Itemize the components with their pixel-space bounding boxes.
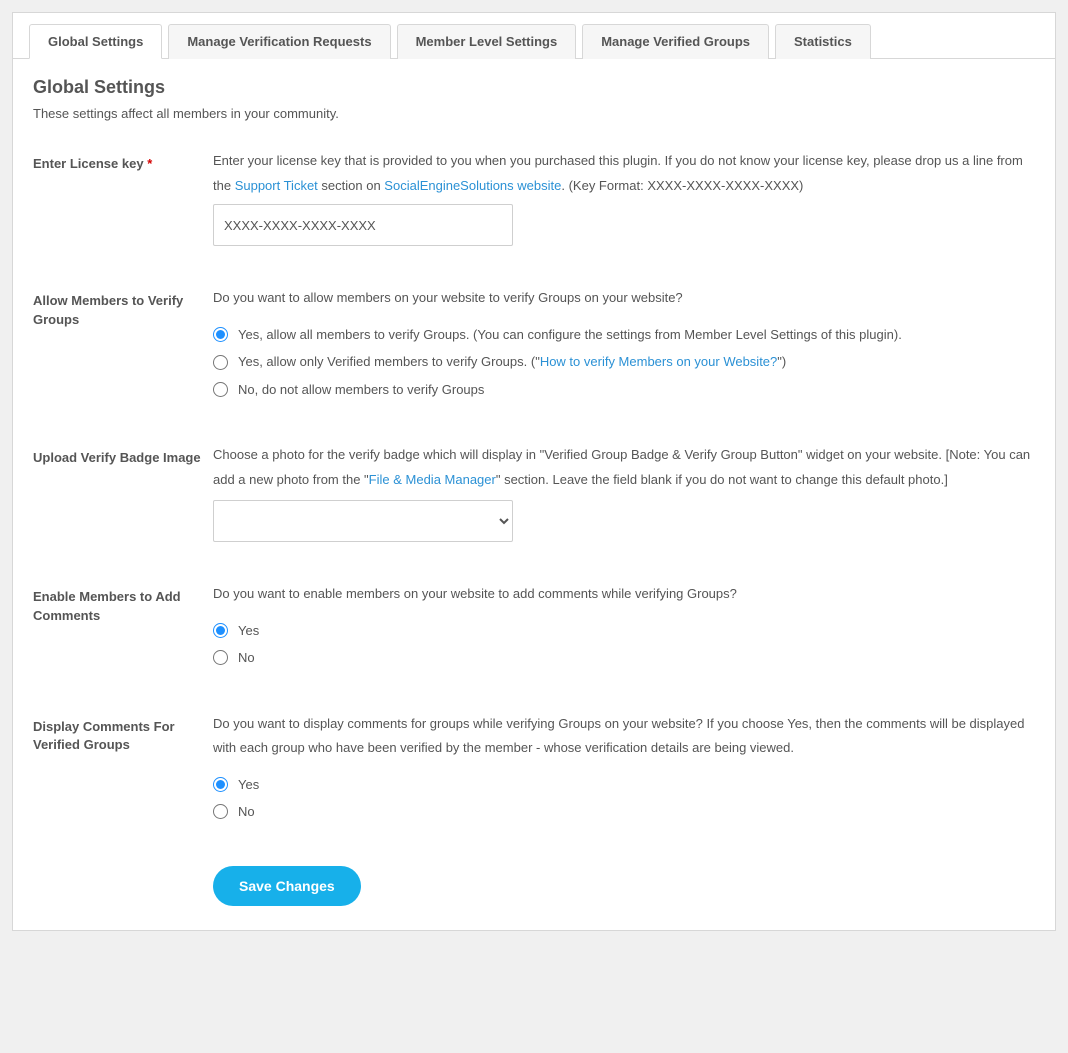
page-title: Global Settings [33, 77, 1035, 98]
radio-option-no[interactable]: No [213, 644, 1035, 671]
field-allow-verify: Do you want to allow members on your web… [213, 286, 1035, 403]
row-license-key: Enter License key * Enter your license k… [33, 149, 1035, 246]
tab-label: Global Settings [48, 34, 143, 49]
desc-text: Do you want to display comments for grou… [213, 712, 1035, 761]
label-text: Enter License key [33, 156, 144, 171]
row-upload-badge: Upload Verify Badge Image Choose a photo… [33, 443, 1035, 542]
radio-label: No [238, 798, 255, 825]
radio-option-no[interactable]: No, do not allow members to verify Group… [213, 376, 1035, 403]
license-key-input[interactable] [213, 204, 513, 246]
tab-manage-verification-requests[interactable]: Manage Verification Requests [168, 24, 390, 59]
radio-label: Yes, allow all members to verify Groups.… [238, 321, 902, 348]
tab-label: Member Level Settings [416, 34, 558, 49]
tab-manage-verified-groups[interactable]: Manage Verified Groups [582, 24, 769, 59]
row-display-comments: Display Comments For Verified Groups Do … [33, 712, 1035, 826]
submit-row: Save Changes [213, 866, 1035, 906]
radio-input[interactable] [213, 623, 228, 638]
how-to-verify-link[interactable]: How to verify Members on your Website? [540, 354, 777, 369]
radio-input[interactable] [213, 804, 228, 819]
radio-label: No [238, 644, 255, 671]
desc-text: Do you want to enable members on your we… [213, 582, 1035, 607]
radio-label: Yes, allow only Verified members to veri… [238, 348, 786, 375]
field-enable-comments: Do you want to enable members on your we… [213, 582, 1035, 671]
tab-global-settings[interactable]: Global Settings [29, 24, 162, 59]
file-media-manager-link[interactable]: File & Media Manager [369, 472, 496, 487]
page-description: These settings affect all members in you… [33, 106, 1035, 121]
tab-label: Manage Verification Requests [187, 34, 371, 49]
radio-option-no[interactable]: No [213, 798, 1035, 825]
tabs: Global Settings Manage Verification Requ… [13, 13, 1055, 59]
row-allow-verify: Allow Members to Verify Groups Do you wa… [33, 286, 1035, 403]
badge-image-select[interactable] [213, 500, 513, 542]
label-upload-badge: Upload Verify Badge Image [33, 443, 213, 467]
content: Global Settings These settings affect al… [13, 59, 1055, 930]
desc-text: . (Key Format: XXXX-XXXX-XXXX-XXXX) [561, 178, 803, 193]
label-license-key: Enter License key * [33, 149, 213, 173]
radio-label: No, do not allow members to verify Group… [238, 376, 484, 403]
desc-text: Do you want to allow members on your web… [213, 286, 1035, 311]
radio-option-verified-members[interactable]: Yes, allow only Verified members to veri… [213, 348, 1035, 375]
radio-input[interactable] [213, 355, 228, 370]
settings-panel: Global Settings Manage Verification Requ… [12, 12, 1056, 931]
radio-option-yes[interactable]: Yes [213, 771, 1035, 798]
radio-option-yes[interactable]: Yes [213, 617, 1035, 644]
row-enable-comments: Enable Members to Add Comments Do you wa… [33, 582, 1035, 671]
label-display-comments: Display Comments For Verified Groups [33, 712, 213, 754]
label-enable-comments: Enable Members to Add Comments [33, 582, 213, 624]
radio-input[interactable] [213, 650, 228, 665]
ses-website-link[interactable]: SocialEngineSolutions website [384, 178, 561, 193]
field-license-key: Enter your license key that is provided … [213, 149, 1035, 246]
required-mark: * [147, 156, 152, 171]
field-display-comments: Do you want to display comments for grou… [213, 712, 1035, 826]
field-upload-badge: Choose a photo for the verify badge whic… [213, 443, 1035, 542]
radio-input[interactable] [213, 777, 228, 792]
desc-text: " section. Leave the field blank if you … [496, 472, 948, 487]
radio-label: Yes [238, 771, 259, 798]
tab-label: Statistics [794, 34, 852, 49]
tab-statistics[interactable]: Statistics [775, 24, 871, 59]
support-ticket-link[interactable]: Support Ticket [235, 178, 318, 193]
tab-member-level-settings[interactable]: Member Level Settings [397, 24, 577, 59]
radio-input[interactable] [213, 327, 228, 342]
radio-option-all-members[interactable]: Yes, allow all members to verify Groups.… [213, 321, 1035, 348]
save-changes-button[interactable]: Save Changes [213, 866, 361, 906]
label-allow-verify: Allow Members to Verify Groups [33, 286, 213, 328]
tab-label: Manage Verified Groups [601, 34, 750, 49]
desc-text: section on [318, 178, 385, 193]
radio-input[interactable] [213, 382, 228, 397]
radio-label: Yes [238, 617, 259, 644]
